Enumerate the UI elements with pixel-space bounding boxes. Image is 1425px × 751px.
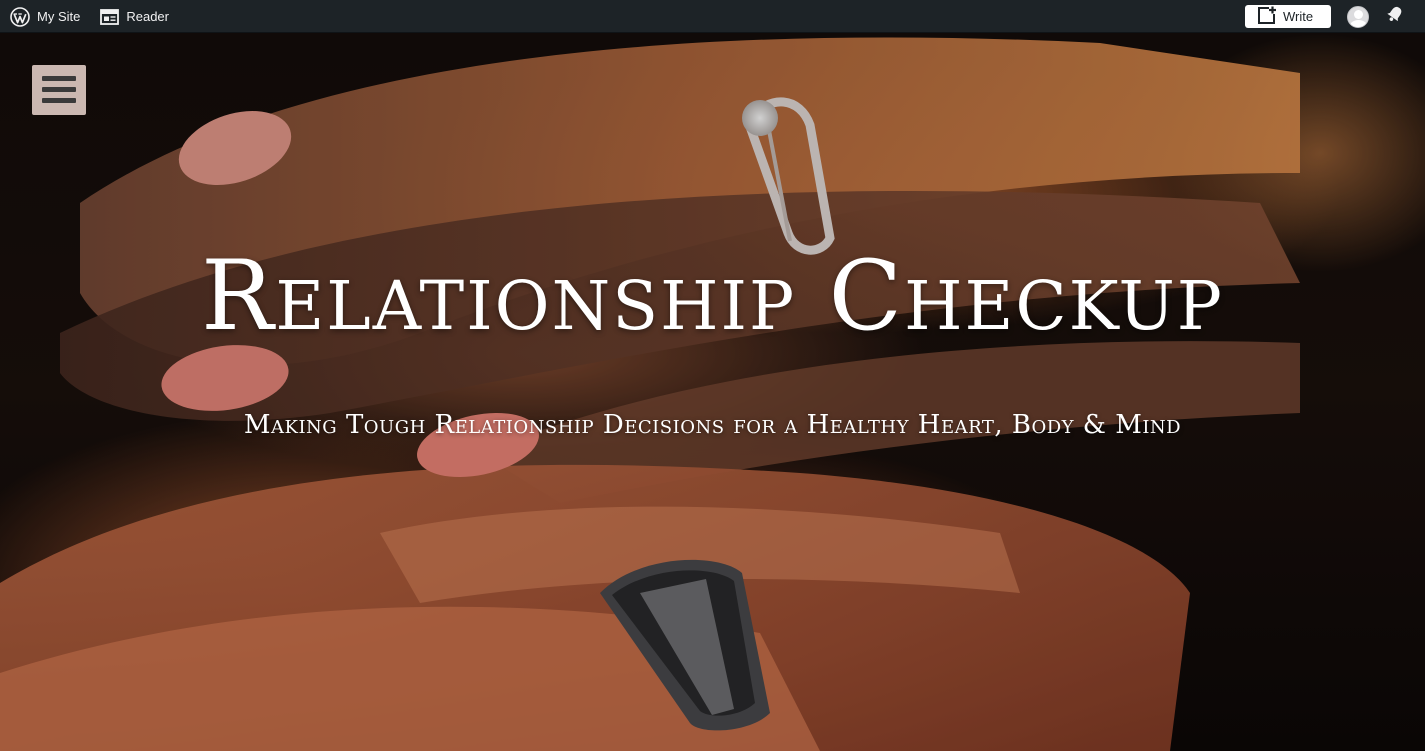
site-title[interactable]: Relationship Checkup <box>0 241 1425 351</box>
user-avatar-icon[interactable] <box>1347 5 1369 28</box>
my-site-label: My Site <box>37 9 81 24</box>
bell-icon <box>1385 4 1405 29</box>
menu-bar-bottom <box>42 98 76 103</box>
notifications-button[interactable] <box>1385 4 1405 29</box>
admin-bar-left: My Site Reader <box>10 0 169 33</box>
reader-label: Reader <box>126 9 169 24</box>
admin-bar-right: Write <box>1245 0 1405 33</box>
write-post-icon <box>1257 6 1277 27</box>
avatar-head <box>1354 9 1363 19</box>
reader-button[interactable]: Reader <box>100 8 169 25</box>
header-hero-image: Relationship Checkup Making Tough Relati… <box>0 33 1425 751</box>
wordpress-logo-icon <box>10 6 30 27</box>
hands-with-rings-photo <box>0 33 1425 751</box>
admin-bar: My Site Reader Write <box>0 0 1425 33</box>
site-tagline: Making Tough Relationship Decisions for … <box>243 410 1182 440</box>
write-label: Write <box>1283 9 1314 24</box>
avatar-torso <box>1350 19 1367 27</box>
menu-bar-top <box>42 76 76 81</box>
write-button[interactable]: Write <box>1245 5 1331 28</box>
my-site-button[interactable]: My Site <box>10 6 81 27</box>
reader-icon <box>100 8 120 25</box>
menu-bar-middle <box>42 87 76 92</box>
menu-toggle-button[interactable] <box>32 65 86 115</box>
